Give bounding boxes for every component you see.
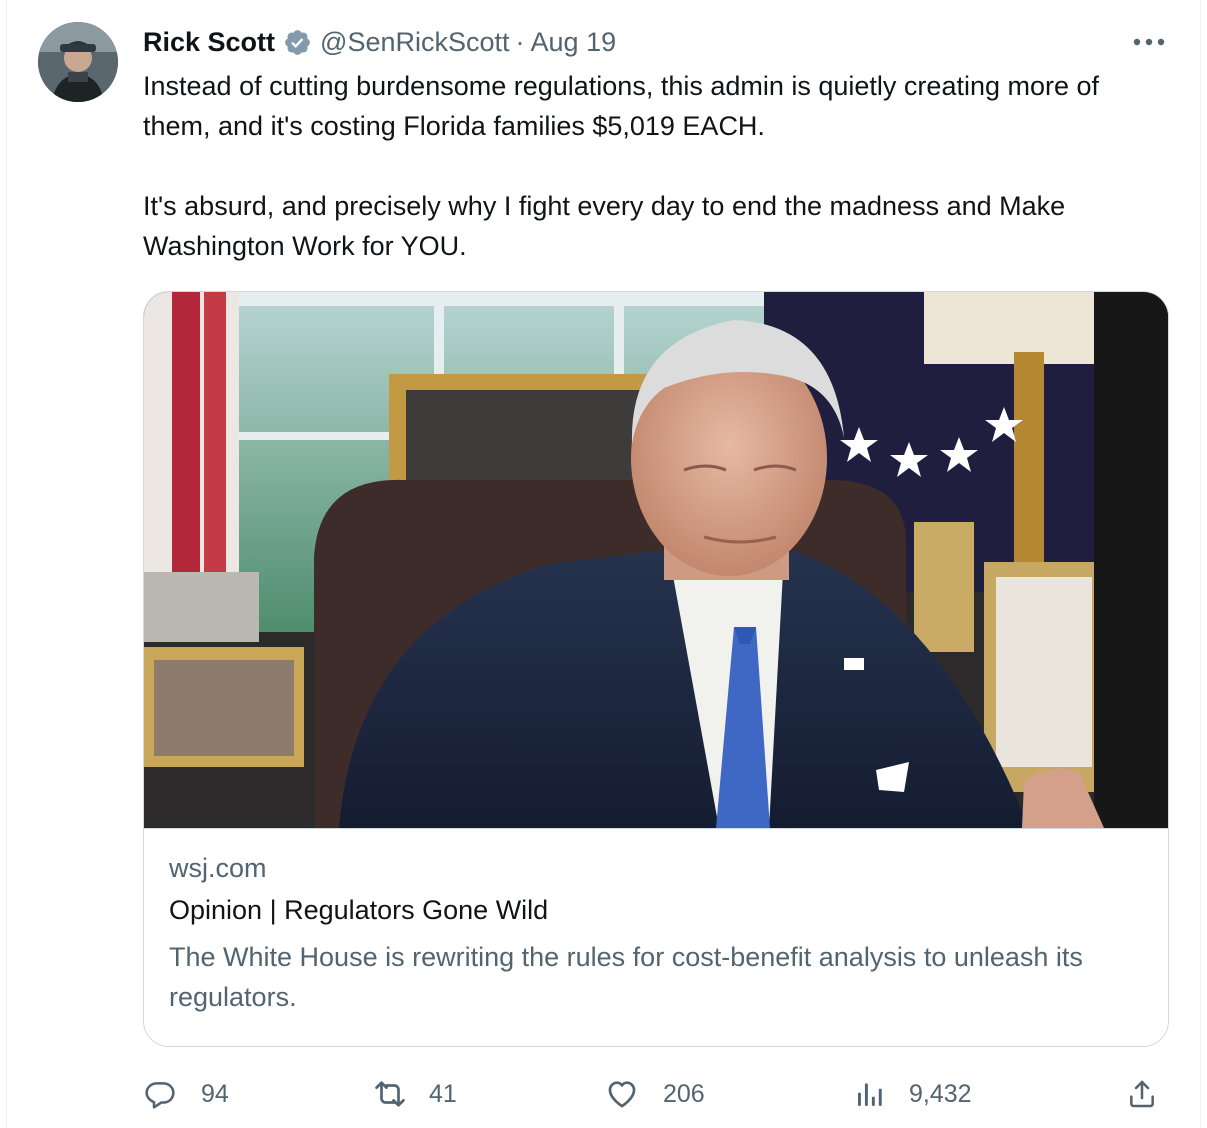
timeline-border-left [6, 0, 7, 1128]
reply-count: 94 [201, 1079, 229, 1108]
author-avatar[interactable] [38, 22, 118, 102]
views-count: 9,432 [909, 1079, 972, 1108]
tweet-actions-bar: 94 41 206 9,432 [143, 1072, 1169, 1116]
link-card[interactable]: wsj.com Opinion | Regulators Gone Wild T… [143, 291, 1169, 1047]
link-card-domain: wsj.com [169, 853, 267, 883]
retweet-icon [373, 1077, 407, 1111]
share-button[interactable] [1125, 1072, 1159, 1116]
like-count: 206 [663, 1079, 705, 1108]
tweet-timestamp[interactable]: Aug 19 [531, 27, 617, 58]
link-card-meta: wsj.com Opinion | Regulators Gone Wild T… [144, 828, 1168, 1046]
tweet-header: Rick Scott @SenRickScott · Aug 19 [143, 22, 616, 62]
link-card-description: The White House is rewriting the rules f… [169, 942, 1083, 1012]
tweet-text: Instead of cutting burdensome regulation… [143, 71, 1100, 261]
link-card-image [144, 292, 1168, 828]
reply-button[interactable]: 94 [143, 1072, 229, 1116]
header-separator: · [515, 26, 525, 57]
timeline-border-right [1200, 0, 1201, 1128]
views-button[interactable]: 9,432 [853, 1072, 972, 1116]
link-card-title: Opinion | Regulators Gone Wild [169, 895, 549, 925]
card-photo [144, 292, 1168, 828]
more-horizontal-icon[interactable] [1126, 28, 1172, 56]
reply-icon [143, 1077, 177, 1111]
author-handle[interactable]: @SenRickScott [320, 27, 509, 58]
retweet-count: 41 [429, 1079, 457, 1108]
heart-icon [605, 1077, 639, 1111]
views-icon [853, 1077, 887, 1111]
share-icon [1125, 1077, 1159, 1111]
retweet-button[interactable]: 41 [373, 1072, 457, 1116]
author-display-name[interactable]: Rick Scott [143, 27, 275, 58]
like-button[interactable]: 206 [605, 1072, 705, 1116]
avatar-photo [38, 22, 118, 102]
verified-badge-icon [283, 28, 312, 57]
